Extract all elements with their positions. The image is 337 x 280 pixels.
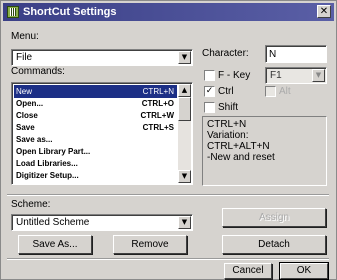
ctrl-checkbox[interactable]: ✓ [204, 86, 215, 97]
commands-label: Commands: [11, 66, 65, 77]
divider [7, 194, 329, 196]
remove-button[interactable]: Remove [113, 235, 187, 254]
chevron-down-icon[interactable]: ▼ [178, 216, 191, 229]
divider [7, 258, 329, 260]
character-label: Character: [202, 48, 249, 59]
assign-button[interactable]: Assign [222, 208, 326, 227]
chevron-up-icon: ▲ [181, 86, 188, 94]
commands-scrollbar[interactable]: ▲ ▼ [178, 84, 191, 183]
menu-label: Menu: [11, 31, 39, 42]
description-line: CTRL+ALT+N [207, 141, 270, 152]
fkey-selected-value: F1 [270, 70, 282, 81]
checkmark-icon: ✓ [205, 86, 214, 96]
scheme-dropdown[interactable]: Untitled Scheme ▼ [11, 214, 193, 231]
character-input[interactable]: N [265, 45, 327, 63]
fkey-label: F - Key [218, 70, 251, 81]
fkey-checkbox[interactable] [204, 70, 215, 81]
ok-button[interactable]: OK [279, 262, 329, 280]
ctrl-label: Ctrl [218, 86, 234, 97]
close-icon: ✕ [319, 6, 329, 17]
title-bar[interactable]: ShortCut Settings ✕ [3, 3, 334, 21]
alt-label: Alt [279, 86, 291, 97]
menu-dropdown[interactable]: File ▼ [11, 49, 193, 66]
command-name: Digitizer Setup... [16, 171, 79, 180]
detach-button[interactable]: Detach [222, 235, 326, 254]
list-item[interactable]: Digitizer Setup... [14, 169, 177, 182]
chevron-down-icon[interactable]: ▼ [312, 69, 325, 82]
app-icon [7, 6, 19, 18]
description-line: Variation: [207, 130, 249, 141]
character-value: N [269, 49, 277, 60]
scheme-selected-value: Untitled Scheme [16, 217, 90, 228]
description-line: CTRL+N [207, 119, 247, 130]
menu-selected-value: File [16, 52, 33, 63]
commands-list[interactable]: New CTRL+N Open... CTRL+O Close CTRL+W S… [11, 82, 193, 185]
scroll-thumb[interactable] [178, 97, 191, 121]
chevron-down-icon[interactable]: ▼ [178, 51, 191, 64]
window-title: ShortCut Settings [23, 6, 117, 18]
scheme-label: Scheme: [11, 199, 51, 210]
close-button[interactable]: ✕ [317, 5, 331, 18]
scroll-down-button[interactable]: ▼ [178, 170, 191, 183]
save-as-button[interactable]: Save As... [18, 235, 92, 254]
fkey-dropdown[interactable]: F1 ▼ [265, 67, 327, 84]
alt-checkbox[interactable] [265, 86, 276, 97]
shift-label: Shift [218, 102, 239, 113]
scroll-up-button[interactable]: ▲ [178, 84, 191, 97]
chevron-down-icon: ▼ [181, 172, 188, 180]
shortcut-settings-dialog: ShortCut Settings ✕ Menu: File ▼ Command… [0, 0, 337, 280]
shift-checkbox[interactable] [204, 102, 215, 113]
cancel-button[interactable]: Cancel [224, 263, 272, 279]
shortcut-description-box: CTRL+N Variation: CTRL+ALT+N -New and re… [202, 116, 327, 186]
description-line: -New and reset [207, 152, 275, 163]
